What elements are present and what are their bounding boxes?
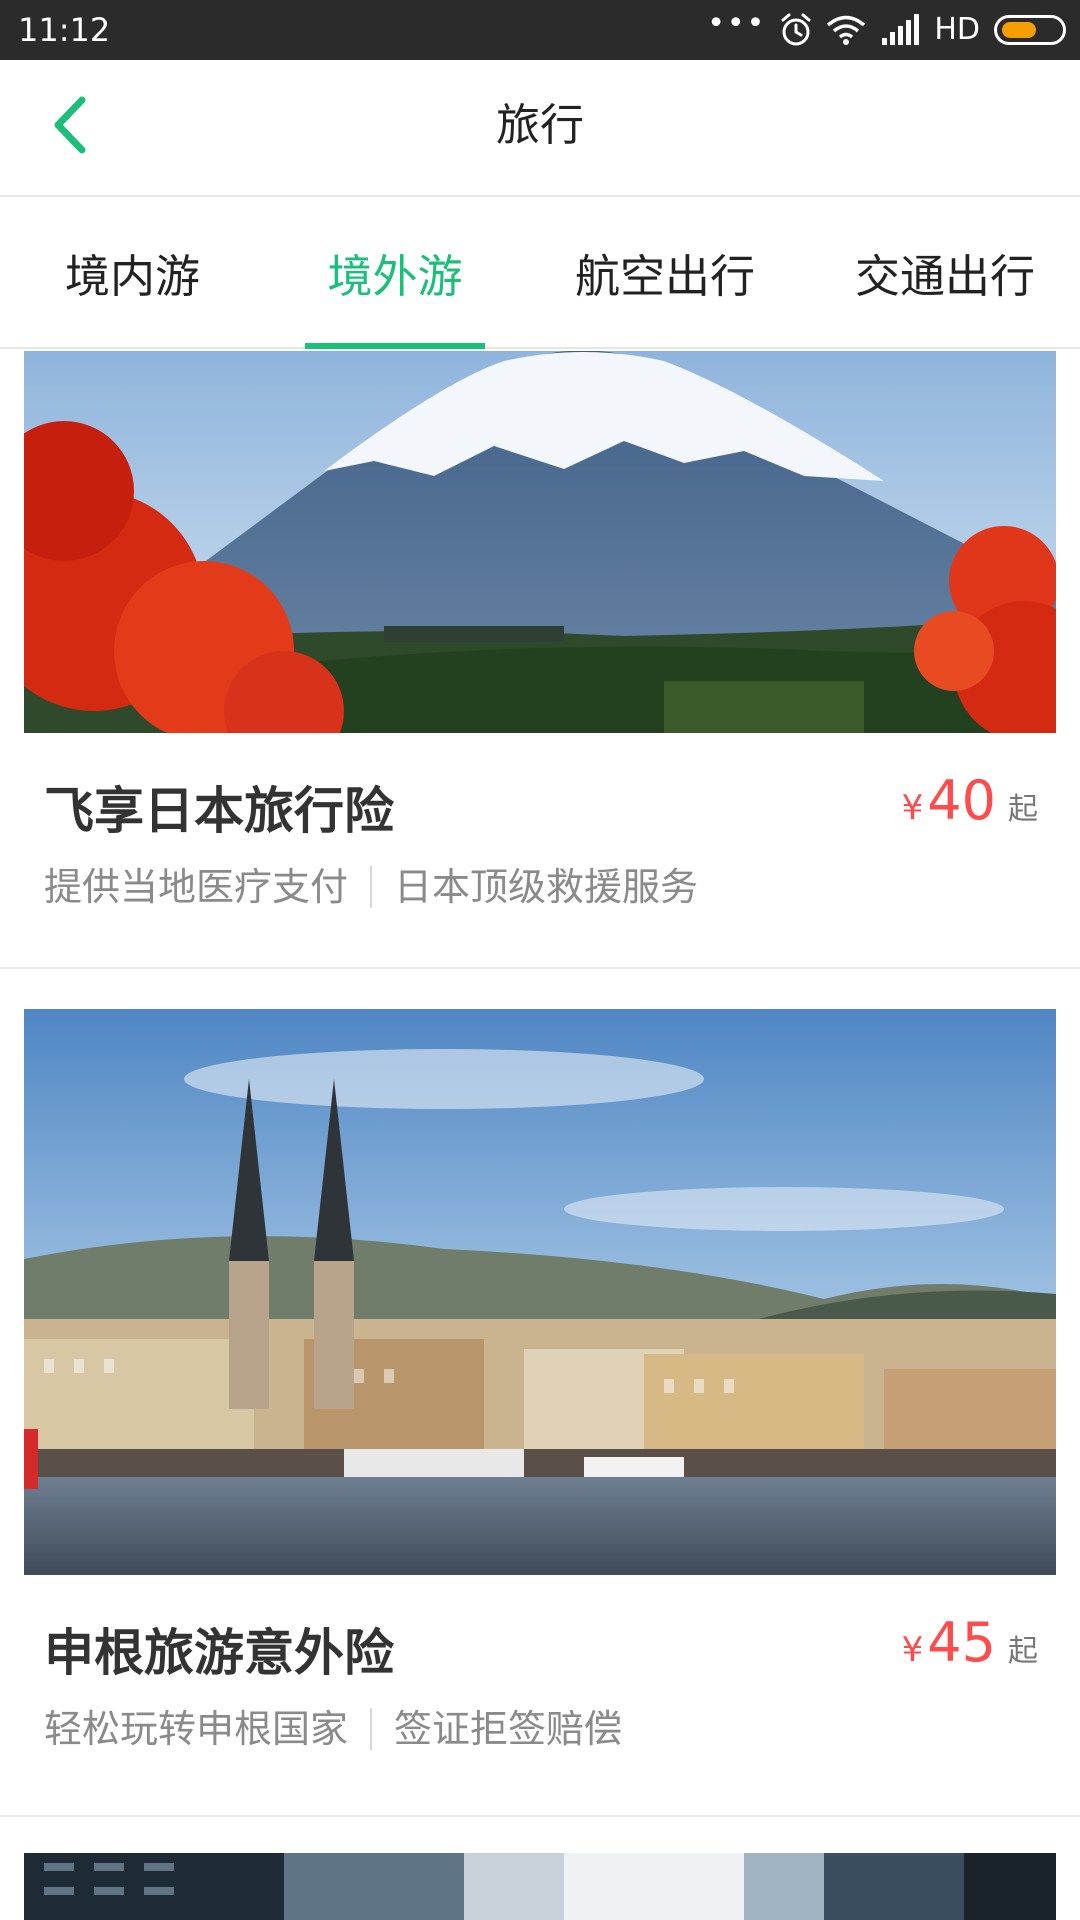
currency-symbol: ¥ — [901, 788, 924, 828]
page-title: 旅行 — [496, 100, 584, 151]
product-price: ¥ 45 起 — [902, 1611, 1038, 1674]
feature-separator — [370, 866, 373, 908]
lucerne-city-photo — [24, 1009, 1056, 1575]
alarm-icon — [781, 13, 811, 46]
card-divider — [0, 967, 1080, 969]
city-buildings-photo — [24, 1853, 1056, 1920]
app-header: 旅行 — [0, 60, 1080, 197]
product-card[interactable] — [0, 1853, 1080, 1920]
more-notifications-icon: ••• — [707, 6, 767, 41]
product-price: ¥ 40 起 — [902, 769, 1038, 832]
product-title: 飞享日本旅行险 — [44, 782, 394, 840]
tab-label: 航空出行 — [574, 249, 755, 303]
currency-symbol: ¥ — [901, 1630, 924, 1670]
network-type: HD — [934, 12, 980, 47]
signal-icon — [882, 14, 920, 45]
active-tab-indicator — [305, 343, 485, 349]
product-card[interactable]: 飞享日本旅行险 ¥ 40 起 提供当地医疗支付 日本顶级救援服务 — [0, 351, 1080, 969]
battery-icon — [994, 15, 1066, 45]
price-suffix: 起 — [1008, 1634, 1038, 1669]
tab-label: 境外游 — [327, 249, 463, 303]
tab-aviation[interactable]: 航空出行 — [540, 197, 790, 347]
price-value: 40 — [927, 769, 996, 832]
tab-label: 境内游 — [64, 249, 200, 303]
feature-text: 提供当地医疗支付 — [44, 865, 349, 909]
feature-text: 日本顶级救援服务 — [394, 865, 699, 909]
product-card[interactable]: 申根旅游意外险 ¥ 45 起 轻松玩转申根国家 签证拒签赔偿 — [0, 1009, 1080, 1817]
product-title: 申根旅游意外险 — [44, 1624, 394, 1682]
product-features: 轻松玩转申根国家 签证拒签赔偿 — [44, 1704, 622, 1754]
tab-label: 交通出行 — [854, 249, 1035, 303]
price-value: 45 — [927, 1611, 996, 1674]
card-divider — [0, 1815, 1080, 1817]
price-suffix: 起 — [1008, 792, 1038, 827]
feature-separator — [370, 1708, 373, 1750]
mount-fuji-photo — [24, 351, 1056, 733]
product-list[interactable]: 飞享日本旅行险 ¥ 40 起 提供当地医疗支付 日本顶级救援服务 申根旅游意外险… — [0, 351, 1080, 1920]
status-bar: 11:12 ••• HD — [0, 0, 1080, 60]
tab-overseas[interactable]: 境外游 — [305, 197, 485, 349]
feature-text: 轻松玩转申根国家 — [44, 1707, 349, 1751]
tab-transport[interactable]: 交通出行 — [810, 197, 1080, 347]
wifi-icon — [827, 15, 866, 45]
battery-level — [1002, 22, 1036, 38]
product-features: 提供当地医疗支付 日本顶级救援服务 — [44, 862, 698, 912]
status-time: 11:12 — [18, 11, 111, 49]
status-icons: ••• HD — [707, 8, 1066, 52]
category-tabs: 境内游 境外游 航空出行 交通出行 — [0, 197, 1080, 349]
tab-domestic[interactable]: 境内游 — [0, 197, 265, 347]
feature-text: 签证拒签赔偿 — [394, 1707, 623, 1751]
